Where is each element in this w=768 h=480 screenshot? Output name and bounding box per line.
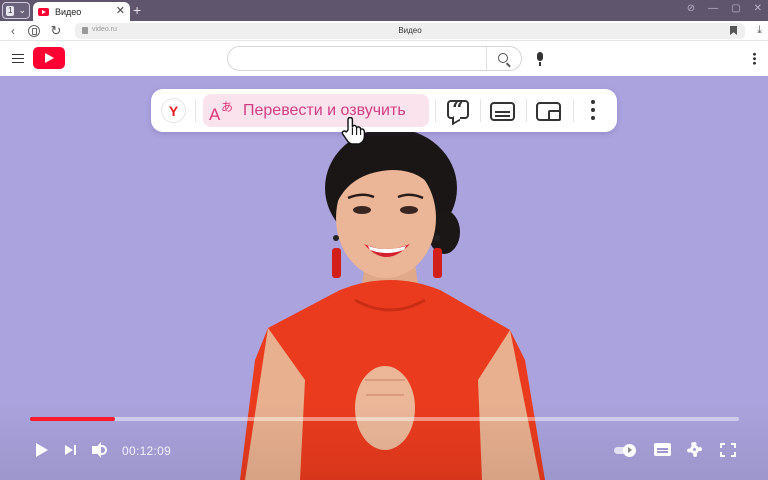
address-bar: ‹ ↻ video.ru Видео ⤓ xyxy=(0,21,768,41)
translate-icon: A あ xyxy=(209,100,234,124)
translate-voice-label: Перевести и озвучить xyxy=(243,102,406,119)
new-tab-icon[interactable]: + xyxy=(133,3,141,17)
progress-bar[interactable] xyxy=(30,417,739,421)
chevron-down-icon: ⌄ xyxy=(18,5,26,15)
download-icon[interactable]: ⤓ xyxy=(757,24,762,37)
url-page-title: Видео xyxy=(398,26,422,35)
protect-icon[interactable] xyxy=(26,23,42,39)
next-icon[interactable] xyxy=(62,441,82,459)
subtitles-icon[interactable] xyxy=(489,97,517,125)
progress-fill xyxy=(30,417,116,421)
play-icon[interactable] xyxy=(33,441,53,459)
cc-icon[interactable] xyxy=(653,441,673,459)
search-divider xyxy=(486,47,487,70)
tab-favicon-icon xyxy=(38,7,49,16)
tab-count: 1 xyxy=(6,5,15,16)
settings-icon[interactable] xyxy=(685,441,705,459)
more-icon[interactable] xyxy=(583,97,603,125)
toolbar-divider xyxy=(573,99,574,122)
url-field[interactable]: video.ru Видео xyxy=(75,23,745,39)
toolbar-divider xyxy=(526,99,527,122)
translate-toolbar: Y A あ Перевести и озвучить “ xyxy=(151,89,617,132)
maximize-icon[interactable]: ▢ xyxy=(731,3,740,14)
minimize-icon[interactable]: — xyxy=(708,3,718,14)
search-input[interactable] xyxy=(227,46,522,71)
tab-counter-button[interactable]: 1 ⌄ xyxy=(2,2,30,19)
pip-icon[interactable] xyxy=(535,97,563,125)
browser-tab-active[interactable]: Видео ✕ xyxy=(33,2,130,21)
window-controls: ⊘ — ▢ ✕ xyxy=(687,3,762,14)
site-header xyxy=(0,41,768,76)
close-window-icon[interactable]: ✕ xyxy=(754,3,762,14)
back-icon[interactable]: ‹ xyxy=(5,23,21,39)
reload-icon[interactable]: ↻ xyxy=(48,23,64,39)
player-controls xyxy=(0,400,768,480)
quote-icon[interactable]: “ xyxy=(444,97,472,125)
toolbar-divider xyxy=(480,99,481,122)
toolbar-divider xyxy=(435,99,436,122)
translate-voice-button[interactable]: A あ Перевести и озвучить xyxy=(203,94,429,127)
toolbar-divider xyxy=(195,99,196,122)
volume-icon[interactable] xyxy=(90,441,110,459)
menu-icon[interactable] xyxy=(12,54,24,63)
fullscreen-icon[interactable] xyxy=(718,441,738,459)
yandex-icon[interactable]: Y xyxy=(161,98,186,123)
logo-icon[interactable] xyxy=(33,47,65,69)
browser-tabstrip: 1 ⌄ Видео ✕ + ⊘ — ▢ ✕ xyxy=(0,0,768,21)
tab-close-icon[interactable]: ✕ xyxy=(116,6,125,17)
autoplay-toggle-icon[interactable] xyxy=(614,441,636,459)
hand-cursor-icon xyxy=(341,117,366,145)
tab-title: Видео xyxy=(55,6,82,17)
kebab-icon[interactable] xyxy=(753,52,756,65)
search-icon[interactable] xyxy=(498,53,508,63)
time-display: 00:12:09 xyxy=(122,444,172,458)
mic-icon[interactable] xyxy=(537,52,543,66)
downloads-window-icon[interactable]: ⊘ xyxy=(687,3,695,14)
